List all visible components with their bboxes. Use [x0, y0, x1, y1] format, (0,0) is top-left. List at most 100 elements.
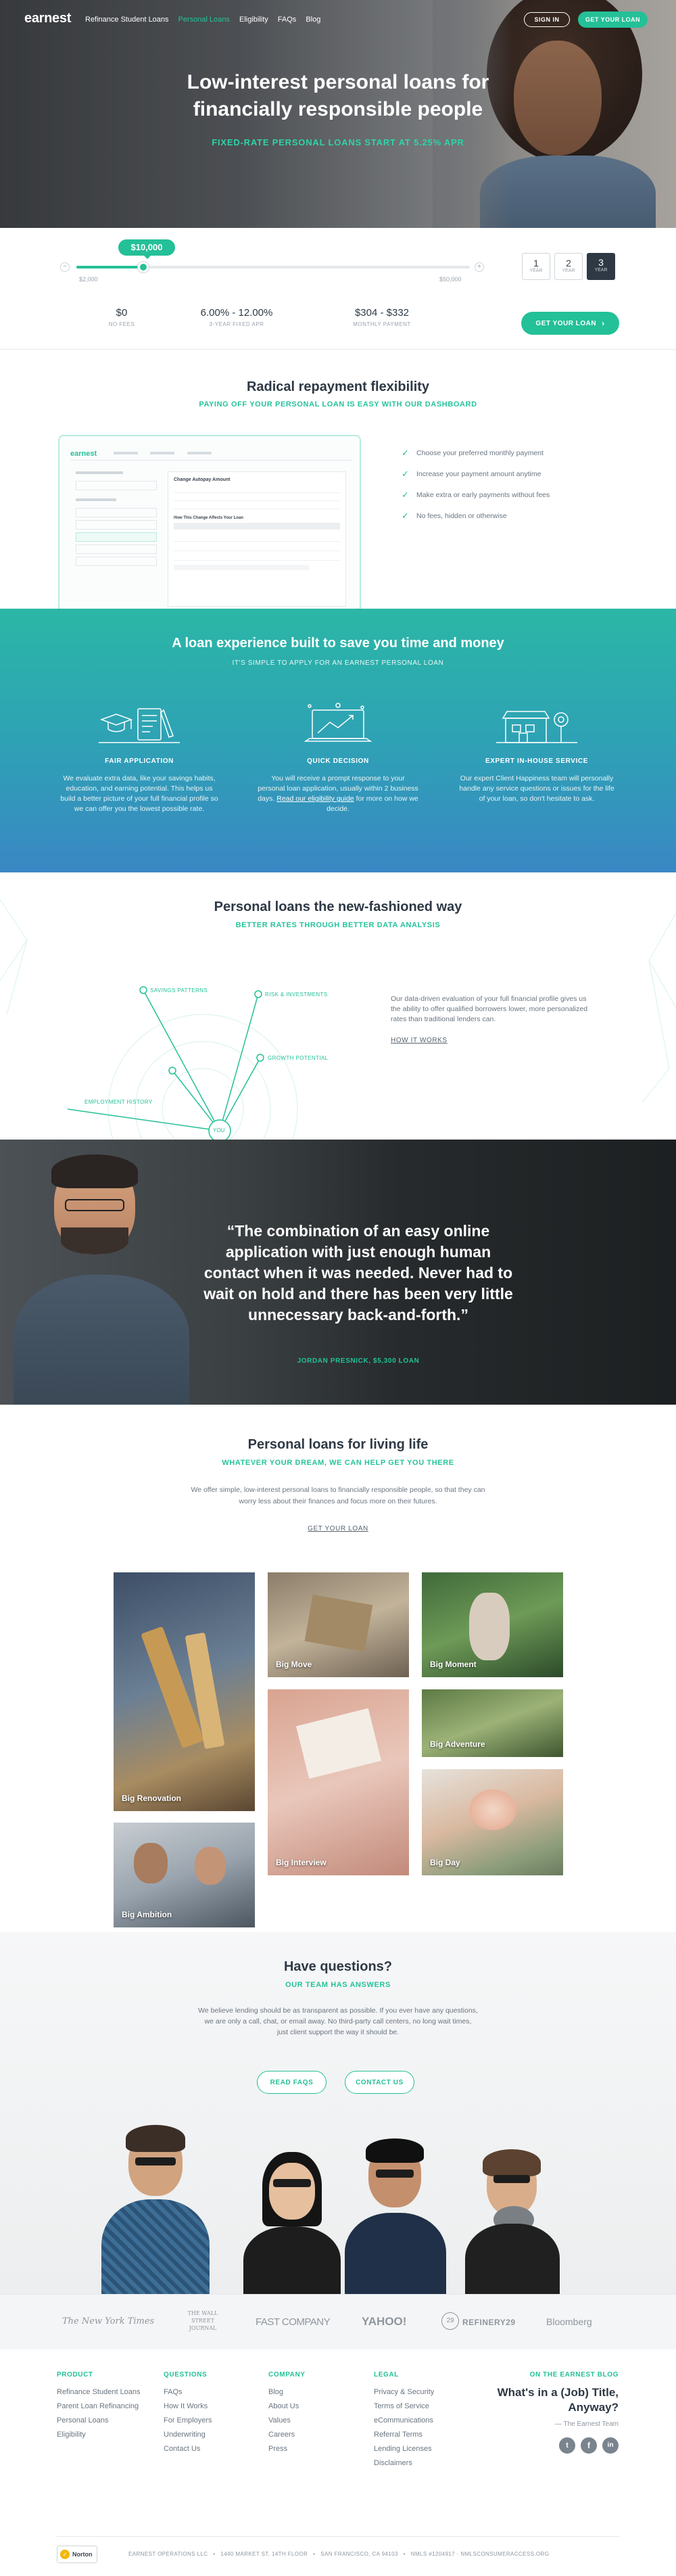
- footer-blog: ON THE EARNEST BLOG What's in a (Job) Ti…: [446, 2371, 619, 2454]
- plus-icon[interactable]: +: [475, 262, 484, 272]
- slider-fill: [76, 266, 143, 268]
- living-get-loan-link[interactable]: GET YOUR LOAN: [0, 1525, 676, 1532]
- stat-monthly: $304 - $332 MONTHLY PAYMENT: [353, 307, 411, 327]
- footer-link[interactable]: Blog: [268, 2385, 306, 2399]
- nav-refinance[interactable]: Refinance Student Loans: [85, 16, 169, 24]
- check-item: ✓ Choose your preferred monthly payment: [402, 447, 544, 458]
- footer-link[interactable]: Press: [268, 2442, 306, 2456]
- sign-in-button[interactable]: SIGN IN: [524, 12, 570, 27]
- quick-decision-heading: QUICK DECISION: [307, 757, 369, 765]
- press-wsj-logo: THE WALL STREET JOURNAL: [187, 2310, 218, 2331]
- header-get-loan-button[interactable]: GET YOUR LOAN: [578, 11, 648, 28]
- footer-link[interactable]: Terms of Service: [374, 2399, 434, 2414]
- footer-col-legal: LEGAL Privacy & Security Terms of Servic…: [374, 2371, 434, 2470]
- term-2-year[interactable]: 2 YEAR: [554, 253, 583, 280]
- newway-title: Personal loans the new-fashioned way: [214, 899, 462, 914]
- testimonial-photo: [0, 1140, 203, 1405]
- quick-decision-body: You will receive a prompt response to yo…: [258, 774, 418, 813]
- footer-link[interactable]: Underwriting: [164, 2428, 212, 2442]
- flex-title: Radical repayment flexibility: [246, 379, 430, 394]
- tile-big-renovation[interactable]: Big Renovation: [114, 1572, 255, 1811]
- norton-check-icon: ✓: [60, 2550, 70, 2559]
- check-icon: ✓: [402, 447, 409, 458]
- how-it-works-link[interactable]: HOW IT WORKS: [391, 1037, 448, 1044]
- footer-link[interactable]: Contact Us: [164, 2442, 212, 2456]
- expert-service-body: Our expert Client Happiness team will pe…: [459, 774, 614, 803]
- blog-post-title[interactable]: What's in a (Job) Title, Anyway?: [446, 2385, 619, 2415]
- footer-link[interactable]: Parent Loan Refinancing: [57, 2399, 141, 2414]
- footer-link[interactable]: Lending Licenses: [374, 2442, 434, 2456]
- nav-blog[interactable]: Blog: [306, 16, 320, 24]
- mock-panel: Change Autopay Amount How This Change Af…: [168, 471, 346, 607]
- footer-link[interactable]: FAQs: [164, 2385, 212, 2399]
- tile-big-interview[interactable]: Big Interview: [268, 1689, 409, 1875]
- twitter-icon[interactable]: t: [559, 2437, 575, 2454]
- chevron-right-icon: ›: [602, 319, 605, 328]
- slider-handle[interactable]: [137, 262, 149, 273]
- fair-application-icon: [99, 705, 180, 745]
- expert-service-icon: [496, 703, 577, 745]
- norton-badge[interactable]: ✓ Norton: [57, 2546, 97, 2563]
- footer-link[interactable]: About Us: [268, 2399, 306, 2414]
- read-faqs-button[interactable]: READ FAQS: [257, 2071, 327, 2094]
- footer-link[interactable]: Privacy & Security: [374, 2385, 434, 2399]
- footer-address: EARNEST OPERATIONS LLC • 1440 MARKET ST,…: [128, 2551, 550, 2557]
- tile-big-moment[interactable]: Big Moment: [422, 1572, 563, 1677]
- term-1-year[interactable]: 1 YEAR: [522, 253, 550, 280]
- amount-bubble: $10,000: [118, 239, 175, 256]
- tile-big-adventure[interactable]: Big Adventure: [422, 1689, 563, 1757]
- check-item: ✓ Increase your payment amount anytime: [402, 468, 541, 479]
- contact-us-button[interactable]: CONTACT US: [345, 2071, 414, 2094]
- press-bloomberg-logo: Bloomberg: [546, 2316, 592, 2327]
- nav-personal-loans[interactable]: Personal Loans: [178, 16, 230, 24]
- footer-col-product: PRODUCT Refinance Student Loans Parent L…: [57, 2371, 141, 2442]
- footer-col-company: COMPANY Blog About Us Values Careers Pre…: [268, 2371, 306, 2456]
- flex-subtitle: PAYING OFF YOUR PERSONAL LOAN IS EASY WI…: [199, 400, 477, 408]
- press-yahoo-logo: YAHOO!: [362, 2315, 407, 2328]
- team-photo: [0, 2105, 676, 2294]
- eligibility-guide-link[interactable]: Read our eligibility guide: [276, 795, 354, 803]
- tile-big-move[interactable]: Big Move: [268, 1572, 409, 1677]
- minus-icon[interactable]: −: [60, 262, 70, 272]
- logo[interactable]: earnest: [24, 11, 71, 26]
- footer-link[interactable]: Referral Terms: [374, 2428, 434, 2442]
- footer-col-questions: QUESTIONS FAQs How It Works For Employer…: [164, 2371, 212, 2456]
- footer-link[interactable]: Disclaimers: [374, 2456, 434, 2470]
- blog-author: — The Earnest Team: [554, 2420, 619, 2428]
- term-selector: 1 YEAR 2 YEAR 3 YEAR: [522, 253, 615, 280]
- footer-link[interactable]: How It Works: [164, 2399, 212, 2414]
- testimonial-section: “The combination of an easy online appli…: [0, 1140, 676, 1405]
- nav-eligibility[interactable]: Eligibility: [239, 16, 268, 24]
- node-you: YOU: [213, 1127, 225, 1133]
- footer-link[interactable]: eCommunications: [374, 2414, 434, 2428]
- footer-link[interactable]: For Employers: [164, 2414, 212, 2428]
- press-refinery29-logo: REFINERY29: [462, 2318, 516, 2327]
- node-employment: EMPLOYMENT HISTORY: [84, 1099, 153, 1105]
- hero-subtitle: FIXED-RATE PERSONAL LOANS START AT 5.25%…: [212, 137, 464, 147]
- press-fastcompany-logo: FAST COMPANY: [256, 2316, 331, 2328]
- tile-big-ambition[interactable]: Big Ambition: [114, 1823, 255, 1927]
- calculator-get-loan-button[interactable]: GET YOUR LOAN ›: [521, 312, 619, 335]
- amount-slider[interactable]: [76, 262, 470, 273]
- experience-subtitle: IT'S SIMPLE TO APPLY FOR AN EARNEST PERS…: [232, 659, 444, 667]
- footer-link[interactable]: Personal Loans: [57, 2414, 141, 2428]
- newway-body: Our data-driven evaluation of your full …: [391, 995, 588, 1023]
- dashboard-mockup: earnest Change Autopay Amount How This C…: [58, 435, 361, 612]
- living-body: We offer simple, low-interest personal l…: [191, 1486, 485, 1505]
- facebook-icon[interactable]: f: [581, 2437, 597, 2454]
- linkedin-icon[interactable]: in: [602, 2437, 619, 2454]
- questions-section: Have questions? OUR TEAM HAS ANSWERS We …: [0, 1932, 676, 2294]
- footer-link[interactable]: Values: [268, 2414, 306, 2428]
- social-links: t f in: [446, 2437, 619, 2454]
- footer-link[interactable]: Eligibility: [57, 2428, 141, 2442]
- questions-subtitle: OUR TEAM HAS ANSWERS: [285, 1981, 391, 1989]
- tile-big-day[interactable]: Big Day: [422, 1769, 563, 1875]
- footer-link[interactable]: Careers: [268, 2428, 306, 2442]
- nav-faqs[interactable]: FAQs: [278, 16, 297, 24]
- check-icon: ✓: [402, 468, 409, 479]
- footer-link[interactable]: Refinance Student Loans: [57, 2385, 141, 2399]
- quick-decision-icon: [297, 701, 379, 745]
- experience-title: A loan experience built to save you time…: [172, 636, 504, 651]
- term-3-year[interactable]: 3 YEAR: [587, 253, 615, 280]
- press-bar: The New York Times THE WALL STREET JOURN…: [0, 2294, 676, 2349]
